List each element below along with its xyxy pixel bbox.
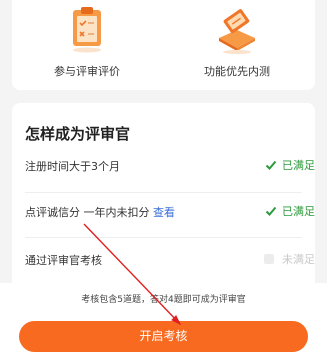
requirement-text: 点评诚信分 一年内未扣分 查看 (25, 205, 175, 221)
requirement-row: 通过评审官考核 未满足 (25, 244, 315, 280)
unchecked-box-icon (264, 254, 274, 264)
requirement-text: 通过评审官考核 (25, 254, 102, 267)
status-label: 未满足 (282, 253, 315, 266)
benefit-review[interactable]: 参与评审评价 (12, 0, 162, 90)
check-icon (265, 206, 277, 216)
exam-hint: 考核包含5道题，答对4题即可成为评审官 (81, 295, 246, 305)
reviewer-page: 参与评审评价 功能优先内测 怎样成为评审官 注册时间大于3个月 已满足 点评诚信… (0, 0, 327, 357)
view-link[interactable]: 查看 (153, 206, 175, 219)
benefit-beta[interactable]: 功能优先内测 (162, 0, 312, 90)
start-exam-button[interactable]: 开启考核 (19, 321, 308, 352)
clipboard-icon (73, 7, 101, 53)
requirement-row: 点评诚信分 一年内未扣分 查看 已满足 (25, 196, 315, 232)
check-icon (265, 160, 277, 170)
ticket-icon (219, 9, 255, 54)
requirements-card: 怎样成为评审官 注册时间大于3个月 已满足 点评诚信分 一年内未扣分 查看 已满… (12, 103, 315, 303)
status-unmet: 未满足 (264, 252, 315, 268)
bottom-bar: 考核包含5道题，答对4题即可成为评审官 开启考核 (0, 283, 327, 357)
divider (25, 237, 302, 238)
benefit-beta-label: 功能优先内测 (204, 65, 270, 78)
requirement-text: 注册时间大于3个月 (25, 160, 120, 173)
benefit-review-label: 参与评审评价 (54, 65, 120, 78)
benefits-card: 参与评审评价 功能优先内测 (12, 0, 315, 90)
divider (25, 192, 302, 193)
status-label: 已满足 (282, 205, 315, 218)
requirement-text-main: 点评诚信分 一年内未扣分 (25, 206, 150, 219)
requirements-title: 怎样成为评审官 (25, 125, 131, 143)
status-met: 已满足 (265, 204, 315, 220)
requirement-row: 注册时间大于3个月 已满足 (25, 150, 315, 186)
status-met: 已满足 (265, 158, 315, 174)
status-label: 已满足 (282, 159, 315, 172)
